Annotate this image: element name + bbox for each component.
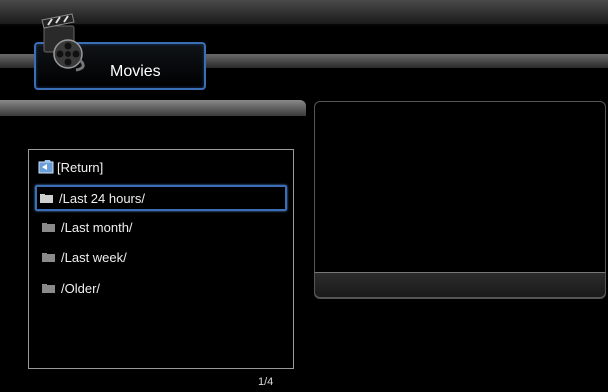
list-item-last-week[interactable]: /Last week/ xyxy=(38,246,284,268)
list-item-label: /Last month/ xyxy=(61,219,133,235)
list-item-label: /Last week/ xyxy=(61,249,127,265)
list-item-label: /Older/ xyxy=(61,280,101,296)
list-item-last-24-hours[interactable]: /Last 24 hours/ xyxy=(35,185,287,211)
movie-clapper-icon xyxy=(36,12,92,72)
preview-panel xyxy=(314,101,606,299)
folder-icon xyxy=(42,252,55,262)
folder-icon xyxy=(42,222,55,232)
list-item-last-month[interactable]: /Last month/ xyxy=(38,216,284,238)
left-panel-header xyxy=(0,100,306,116)
folder-icon xyxy=(42,283,55,293)
list-item-return[interactable]: [Return] xyxy=(38,156,284,178)
folder-icon xyxy=(40,193,53,203)
page-title: Movies xyxy=(110,63,161,80)
list-item-label: /Last 24 hours/ xyxy=(59,190,145,206)
return-folder-icon xyxy=(38,159,56,175)
list-item-older[interactable]: /Older/ xyxy=(38,277,284,299)
preview-panel-footer xyxy=(314,272,606,298)
list-item-label: [Return] xyxy=(57,159,104,175)
page-indicator: 1/4 xyxy=(258,376,274,388)
